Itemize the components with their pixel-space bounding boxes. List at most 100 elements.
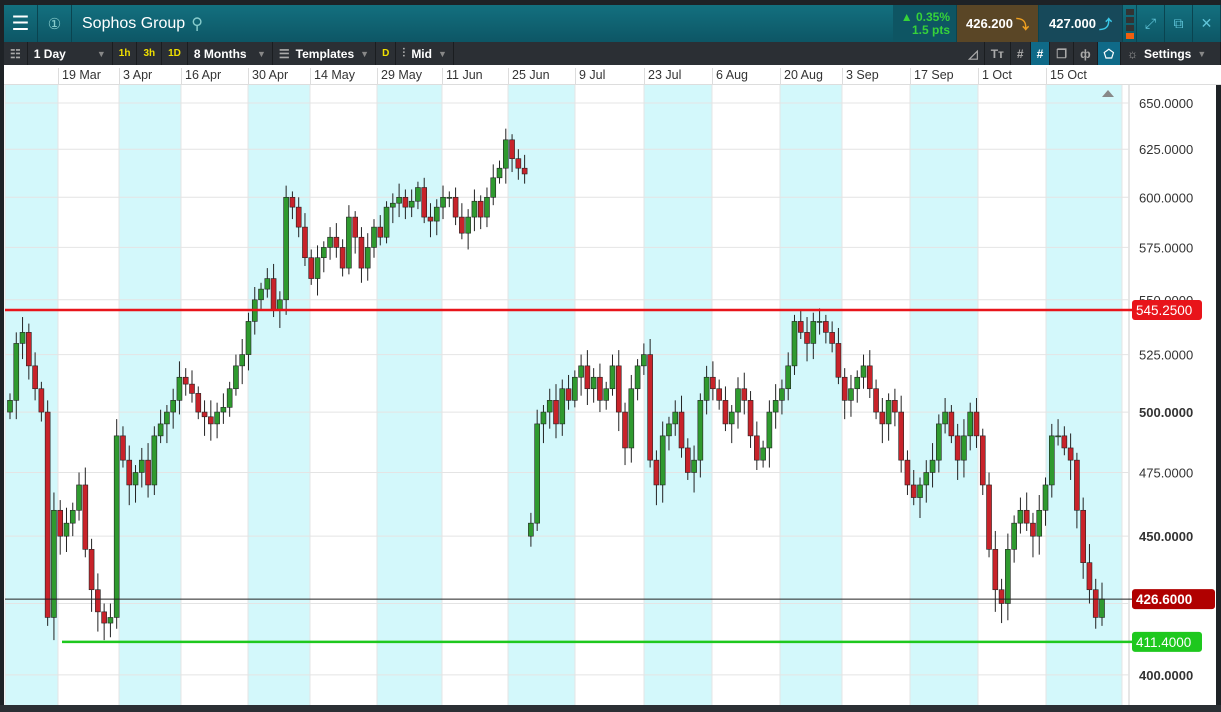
y-tick-label: 625.0000 [1139,142,1193,157]
candle-icon[interactable]: ф [1074,42,1098,65]
price-change: ▲ 0.35% 1.5 pts [893,5,957,42]
candle-down [452,196,459,218]
candle-up [245,321,252,355]
shaded-period [910,85,978,705]
candle-up [258,288,264,301]
price-type-dropdown[interactable]: ⫶ Mid ▼ [396,42,454,65]
candle-down [722,400,729,425]
candle-up [942,411,948,425]
candle-down [873,388,879,413]
candle-down [553,400,559,425]
search-icon[interactable]: ⚲ [191,14,203,34]
candle-down [892,400,898,413]
candle-up [63,522,70,537]
candle-up [697,400,704,461]
candle-up [239,354,246,367]
candle-up [471,200,478,218]
candle-down [948,411,955,437]
candle-up [113,435,120,618]
candle-down [584,365,591,390]
menu-icon[interactable]: ☰ [4,5,38,42]
candle-up [703,376,710,401]
shaded-period [377,85,442,705]
link-group-icon[interactable]: ① [38,5,72,42]
tag-icon[interactable]: ⬠ [1097,42,1121,65]
candle-down [26,332,32,367]
sell-button[interactable]: 426.200 ⤵ [957,5,1039,42]
candle-up [816,321,823,323]
candle-up [364,247,371,269]
candle-up [929,459,936,473]
candle-up [484,196,490,218]
quick-1h[interactable]: 1h [113,42,138,65]
candle-down [333,236,340,248]
buy-button[interactable]: 427.000 ⤴ [1039,5,1123,42]
change-percent: 0.35% [915,9,950,24]
candle-up [791,321,798,367]
candle-down [120,435,126,461]
candle-down [622,411,628,449]
date-label: 29 May [377,68,422,85]
candle-up [69,509,76,524]
candle-up [390,202,396,208]
date-label: 3 Sep [842,68,879,85]
text-size-icon[interactable]: Tт [985,42,1011,65]
candle-down [427,216,434,222]
candle-down [647,354,653,461]
candle-down [515,158,522,169]
candle-down [1030,522,1036,537]
templates-dropdown[interactable]: ☰ Templates ▼ [273,42,377,65]
date-axis: 19 Mar 3 Apr 16 Apr 30 Apr 14 May 29 May 11 Ju… [4,65,1221,85]
candle-up [1048,435,1055,486]
y-tick-label: 600.0000 [1139,190,1193,205]
instrument-header: ☰ ① Sophos Group ⚲ ▲ 0.35% 1.5 pts 426.200… [4,5,1221,42]
date-label: 11 Jun [442,68,483,85]
candle-down [521,167,528,175]
candle-down [182,376,189,385]
range-dropdown[interactable]: 8 Months ▼ [188,42,273,65]
draw-line-icon[interactable]: ◿ [962,42,985,65]
chart-canvas[interactable]: 650.0000625.0000600.0000575.0000550.0000… [4,85,1216,705]
sliders-icon: ☰ [278,46,290,61]
candle-up [590,376,597,390]
price-chart[interactable]: 650.0000625.0000600.0000575.0000550.0000… [4,85,1216,705]
candle-down [352,216,358,238]
grid-icon[interactable]: # [1011,42,1031,65]
candle-down [145,459,151,486]
expand-icon[interactable]: ⤢ [1137,5,1165,42]
bottom-bar [0,705,1221,712]
candle-down [101,611,107,624]
d-button[interactable]: D [376,42,397,65]
up-arrow-icon: ⤴ [1098,17,1112,32]
interval-dropdown[interactable]: 1 Day ▼ [28,42,113,65]
quick-3h[interactable]: 3h [137,42,163,65]
crosshair-grid-icon[interactable]: # [1030,42,1051,65]
candle-down [459,216,465,234]
candle-down [1092,589,1099,618]
candle-up [534,423,540,524]
interval-value: 1 Day [33,46,66,61]
date-label: 17 Sep [910,68,954,85]
list-icon[interactable]: ☷ [4,42,28,65]
candle-up [107,617,114,624]
candle-up [346,216,352,269]
candle-down [208,416,214,425]
candle-up [1011,522,1017,550]
close-icon[interactable]: ✕ [1193,5,1221,42]
popout-icon[interactable]: ⧉ [1165,5,1193,42]
date-label: 15 Oct [1046,68,1087,85]
candle-up [528,522,534,537]
candle-down [879,411,886,425]
layers-icon[interactable]: ❐ [1050,42,1075,65]
date-label: 16 Apr [181,68,221,85]
candle-down [32,365,38,390]
candle-up [785,365,792,390]
candle-up [176,376,183,401]
y-tick-label: 650.0000 [1139,96,1193,111]
candle-down [823,321,829,333]
down-arrow-icon: ⤵ [1015,17,1029,32]
settings-dropdown[interactable]: ☼ Settings ▼ [1121,42,1221,65]
quick-1d[interactable]: 1D [162,42,188,65]
candle-up [923,472,930,486]
candle-down [973,411,980,437]
